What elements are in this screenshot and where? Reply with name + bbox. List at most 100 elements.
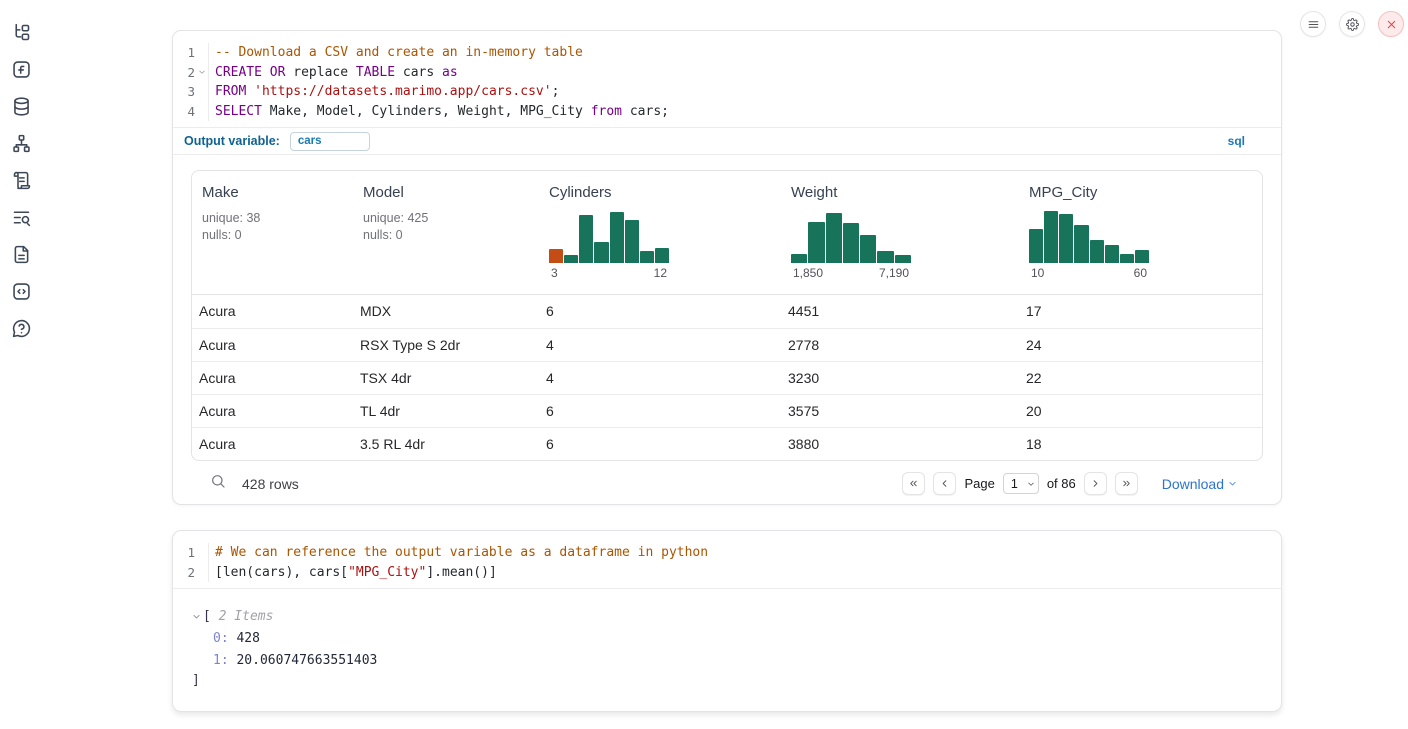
histogram-bar [791, 254, 807, 263]
fold-chevron-icon[interactable] [195, 68, 208, 76]
cell-make: Acura [192, 428, 353, 460]
search-icon[interactable] [210, 473, 226, 494]
line-number: 4 [173, 104, 195, 119]
column-title: Model [363, 184, 539, 201]
help-question-bubble-icon[interactable] [10, 317, 32, 339]
sql-text: Make, Model, Cylinders, Weight, MPG_City [262, 104, 591, 119]
sql-keyword: SELECT [215, 104, 262, 119]
tree-entry-key: 1: [213, 653, 229, 668]
column-header-make[interactable]: Make unique: 38nulls: 0 [192, 171, 353, 294]
sql-text: cars [395, 65, 442, 80]
output-variable-input[interactable] [290, 132, 370, 151]
last-page-button[interactable] [1115, 472, 1138, 495]
first-page-button[interactable] [902, 472, 925, 495]
table-row[interactable]: Acura TSX 4dr 4 3230 22 [192, 361, 1262, 394]
cell-weight: 3880 [781, 428, 1019, 460]
histogram-mpg-city: 10 60 [1029, 211, 1149, 280]
chevron-left-icon [939, 478, 950, 489]
cell-weight: 2778 [781, 329, 1019, 361]
snippets-code-box-icon[interactable] [10, 280, 32, 302]
histogram-weight: 1,8507,190 [791, 211, 911, 280]
left-sidebar [0, 0, 42, 729]
table-row[interactable]: Acura RSX Type S 2dr 4 2778 24 [192, 328, 1262, 361]
hist-tick-max: 12 [654, 266, 667, 280]
python-comment: # We can reference the output variable a… [215, 545, 708, 560]
histogram-bar [895, 255, 911, 263]
table-row[interactable]: Acura TL 4dr 6 3575 20 [192, 394, 1262, 427]
page-of-label: of 86 [1047, 476, 1076, 491]
file-explorer-tree-icon[interactable] [10, 21, 32, 43]
python-text: ].mean()] [426, 565, 496, 580]
code-line: 1 # We can reference the output variable… [173, 543, 1281, 563]
column-header-cylinders[interactable]: Cylinders 312 [539, 171, 781, 294]
previous-page-button[interactable] [933, 472, 956, 495]
table-row[interactable]: Acura 3.5 RL 4dr 6 3880 18 [192, 427, 1262, 460]
row-count: 428 rows [242, 476, 299, 492]
line-number: 2 [173, 565, 195, 580]
cell-model: TL 4dr [353, 395, 539, 427]
cell-weight: 3230 [781, 362, 1019, 394]
page-select[interactable]: 1 [1003, 473, 1039, 494]
chevron-down-icon [1228, 479, 1237, 488]
cell-cylinders: 6 [539, 295, 781, 328]
python-text: [len(cars), cars[ [215, 565, 348, 580]
scratchpad-scroll-icon[interactable] [10, 169, 32, 191]
chevron-right-icon [1090, 478, 1101, 489]
sql-text: replace [285, 65, 355, 80]
output-variable-label: Output variable: [184, 134, 280, 148]
sql-code-editor[interactable]: 1 -- Download a CSV and create an in-mem… [173, 31, 1281, 127]
histogram-cylinders: 312 [549, 211, 669, 280]
python-code-editor[interactable]: 1 # We can reference the output variable… [173, 531, 1281, 588]
cell-make: Acura [192, 362, 353, 394]
cell-weight: 3575 [781, 395, 1019, 427]
histogram-bar [1029, 229, 1043, 263]
logs-list-search-icon[interactable] [10, 206, 32, 228]
hist-tick-min: 10 [1031, 266, 1044, 280]
column-header-mpg-city[interactable]: MPG_City 10 60 [1019, 171, 1262, 294]
line-number: 1 [173, 45, 195, 60]
shutdown-close-icon[interactable] [1378, 11, 1404, 37]
next-page-button[interactable] [1084, 472, 1107, 495]
tree-items-count: 2 Items [211, 609, 274, 624]
histogram-bar [860, 235, 876, 263]
histogram-bar [1074, 225, 1088, 263]
menu-icon[interactable] [1300, 11, 1326, 37]
table-row[interactable]: Acura MDX 6 4451 17 [192, 295, 1262, 328]
cell-mpg-city: 24 [1019, 329, 1262, 361]
sql-keyword: as [442, 65, 458, 80]
histogram-bar [826, 213, 842, 263]
tree-entry: 0: 428 [192, 627, 1281, 649]
histogram-bar [655, 248, 669, 263]
tree-collapse-chevron-icon[interactable] [192, 612, 201, 621]
documentation-file-icon[interactable] [10, 243, 32, 265]
column-stat-nulls: nulls: 0 [202, 227, 353, 244]
hist-tick-max: 60 [1134, 266, 1147, 280]
variables-function-icon[interactable] [10, 58, 32, 80]
download-label: Download [1162, 476, 1224, 492]
column-header-model[interactable]: Model unique: 425nulls: 0 [353, 171, 539, 294]
settings-gear-icon[interactable] [1339, 11, 1365, 37]
histogram-bar [610, 212, 624, 263]
datasources-database-icon[interactable] [10, 95, 32, 117]
code-line: 3 FROM 'https://datasets.marimo.app/cars… [173, 82, 1281, 102]
dependency-graph-icon[interactable] [10, 132, 32, 154]
python-cell-output: [ 2 Items 0: 428 1: 20.060747663551403 ] [173, 589, 1281, 690]
sql-keyword: FROM [215, 84, 246, 99]
download-button[interactable]: Download [1162, 476, 1237, 492]
column-header-weight[interactable]: Weight 1,8507,190 [781, 171, 1019, 294]
hist-tick-min: 1,850 [793, 266, 823, 280]
column-title: MPG_City [1029, 184, 1262, 201]
column-stat-unique: unique: 425 [363, 210, 539, 227]
tree-entry-key: 0: [213, 631, 229, 646]
output-variable-bar: Output variable: sql [173, 127, 1281, 155]
code-line: 2 [len(cars), cars["MPG_City"].mean()] [173, 563, 1281, 583]
python-cell: 1 # We can reference the output variable… [172, 530, 1282, 712]
histogram-bar [579, 215, 593, 263]
cell-mpg-city: 17 [1019, 295, 1262, 328]
sql-text: cars; [622, 104, 669, 119]
cell-model: 3.5 RL 4dr [353, 428, 539, 460]
chevrons-left-icon [908, 478, 919, 489]
cell-cylinders: 6 [539, 428, 781, 460]
histogram-bar [1090, 240, 1104, 263]
histogram-bar [1135, 250, 1149, 263]
